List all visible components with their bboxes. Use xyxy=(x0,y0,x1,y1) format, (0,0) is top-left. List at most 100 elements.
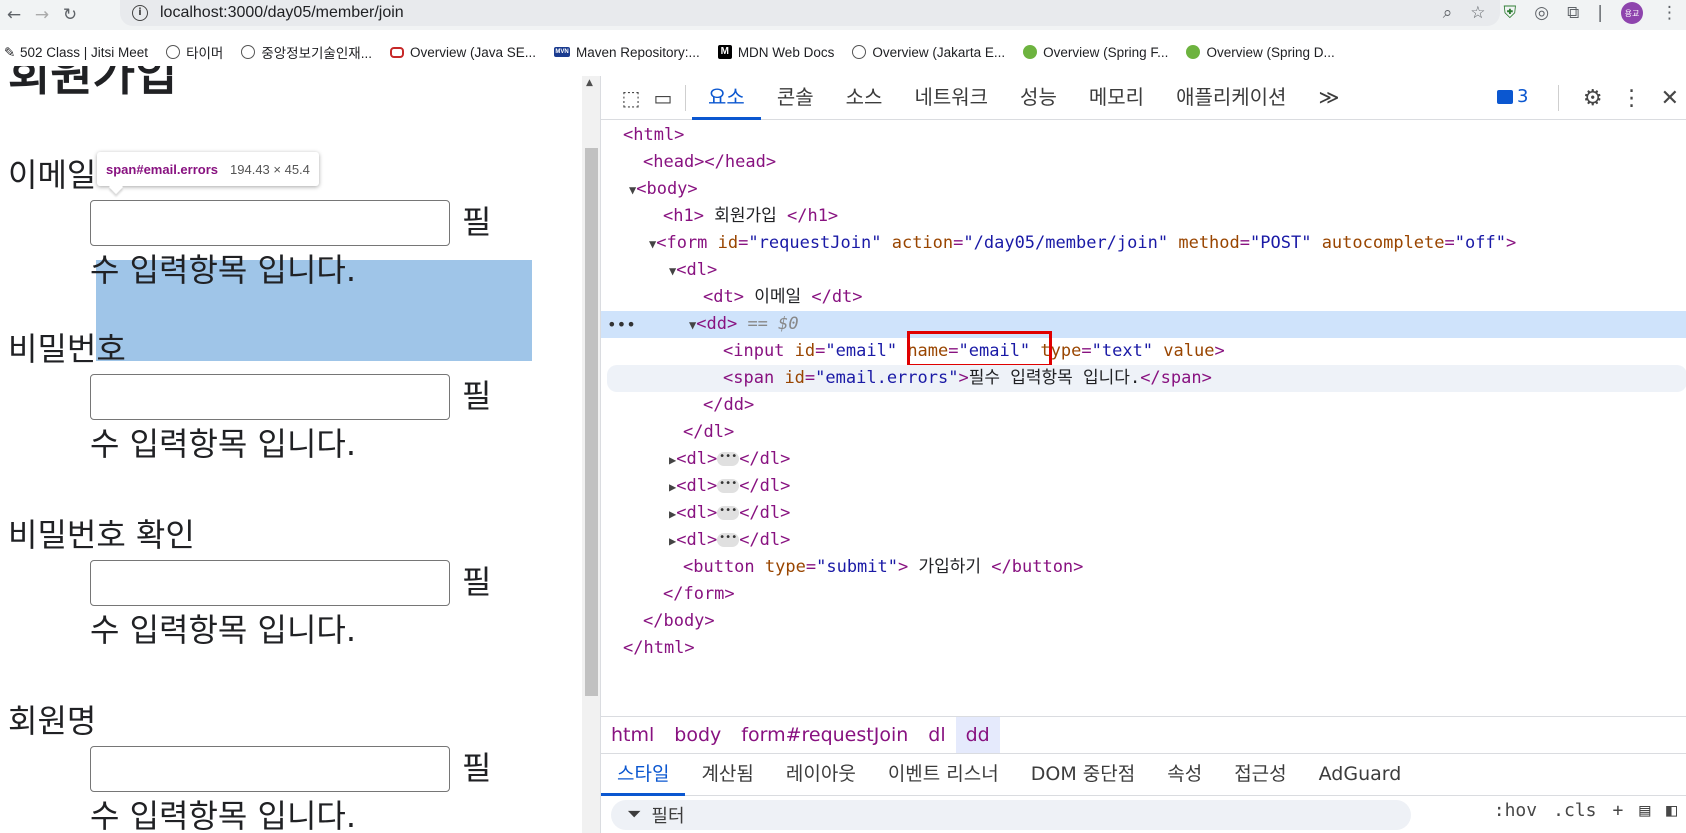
tag-text: <button xyxy=(683,557,755,577)
site-info-icon[interactable]: i xyxy=(132,5,148,21)
inspect-element-icon[interactable]: ⬚ xyxy=(615,83,647,113)
tab-computed[interactable]: 계산됨 xyxy=(685,754,769,796)
breadcrumb-form[interactable]: form#requestJoin xyxy=(731,717,918,753)
close-icon[interactable]: ✕ xyxy=(1661,86,1679,111)
tree-node-dl-close[interactable]: </dl> xyxy=(601,419,1686,446)
page-scrollbar[interactable]: ▲ xyxy=(582,76,600,833)
address-bar[interactable]: i localhost:3000/day05/member/join xyxy=(120,0,1500,26)
tree-node-dl[interactable]: ▼<dl> xyxy=(601,257,1686,284)
tab-application[interactable]: 애플리케이션 xyxy=(1160,76,1302,120)
collapsed-ellipsis-icon[interactable]: ••• xyxy=(717,452,740,466)
device-toggle-icon[interactable]: ▭ xyxy=(647,83,679,113)
tree-node-dl-collapsed[interactable]: ▶<dl> ••• </dl> xyxy=(601,527,1686,554)
breadcrumb-dd[interactable]: dd xyxy=(955,717,1000,753)
tree-node-body-close[interactable]: </body> xyxy=(601,608,1686,635)
zoom-icon[interactable]: ⌕ xyxy=(1443,3,1453,23)
tree-node-dl-collapsed[interactable]: ▶<dl> ••• </dl> xyxy=(601,446,1686,473)
password-input[interactable] xyxy=(90,374,450,420)
tree-node-h1[interactable]: <h1> 회원가입 </h1> xyxy=(601,203,1686,230)
field-label-member-name: 회원명 xyxy=(8,702,97,740)
url-text[interactable]: localhost:3000/day05/member/join xyxy=(160,4,404,22)
tab-console[interactable]: 콘솔 xyxy=(761,76,830,120)
sidebar-toggle-icon[interactable]: ◧ xyxy=(1666,800,1677,821)
tag-text: </button> xyxy=(991,557,1084,577)
tab-adguard[interactable]: AdGuard xyxy=(1303,754,1418,796)
more-tabs-icon[interactable]: ≫ xyxy=(1302,76,1355,120)
tab-elements[interactable]: 요소 xyxy=(692,76,761,120)
field-password-confirm: 필 수 입력항목 입니다. xyxy=(90,560,500,649)
divider-icon: | xyxy=(1597,3,1603,23)
tree-node-input[interactable]: <input id="email" name="email" type="tex… xyxy=(601,338,1686,365)
email-input[interactable] xyxy=(90,200,450,246)
tab-properties[interactable]: 속성 xyxy=(1151,754,1218,796)
tab-styles[interactable]: 스타일 xyxy=(601,754,686,796)
tag-text: <dl> xyxy=(676,449,718,469)
breadcrumb-body[interactable]: body xyxy=(664,717,731,753)
tree-node-dl-collapsed[interactable]: ▶<dl> ••• </dl> xyxy=(601,473,1686,500)
tree-node-html[interactable]: <html> xyxy=(601,122,1686,149)
styles-subtabs: 스타일 계산됨 레이아웃 이벤트 리스너 DOM 중단점 속성 접근성 AdGu… xyxy=(601,754,1686,796)
bookmark-item[interactable]: ✎ 502 Class | Jitsi Meet xyxy=(4,45,148,61)
kebab-menu-icon[interactable]: ⋮ xyxy=(1621,86,1643,111)
tree-node-button[interactable]: <button type="submit"> 가입하기 </button> xyxy=(601,554,1686,581)
bookmark-item[interactable]: 타이머 xyxy=(166,42,223,62)
row-more-icon[interactable]: ••• xyxy=(607,311,636,338)
tree-node-html-close[interactable]: </html> xyxy=(601,635,1686,662)
tab-sources[interactable]: 소스 xyxy=(830,76,899,120)
collapsed-ellipsis-icon[interactable]: ••• xyxy=(717,506,740,520)
tab-accessibility[interactable]: 접근성 xyxy=(1218,754,1302,796)
tree-node-form-close[interactable]: </form> xyxy=(601,581,1686,608)
paint-brush-icon[interactable]: ▤ xyxy=(1639,800,1650,821)
collapsed-ellipsis-icon[interactable]: ••• xyxy=(717,479,740,493)
settings-gear-icon[interactable]: ⚙ xyxy=(1583,86,1603,111)
tree-node-dt[interactable]: <dt> 이메일 </dt> xyxy=(601,284,1686,311)
shield-check-icon[interactable]: ⛨ xyxy=(1504,3,1517,23)
add-rule-icon[interactable]: + xyxy=(1612,800,1623,821)
kebab-menu-icon[interactable]: ⋮ xyxy=(1661,3,1678,23)
tag-text: </dl> xyxy=(683,422,735,442)
bookmark-item[interactable]: 중앙정보기술인재... xyxy=(241,42,372,62)
reload-icon[interactable]: ↻ xyxy=(56,3,84,27)
password-confirm-input[interactable] xyxy=(90,560,450,606)
bookmark-item[interactable]: Overview (Java SE... xyxy=(389,45,536,60)
member-name-input[interactable] xyxy=(90,746,450,792)
bookmark-item[interactable]: M MDN Web Docs xyxy=(717,45,834,60)
email-error-cont: 수 입력항목 입니다. xyxy=(90,251,357,289)
bookmark-item[interactable]: MVN Maven Repository:... xyxy=(554,45,700,60)
breadcrumb-dl[interactable]: dl xyxy=(918,717,955,753)
tree-node-dd-close[interactable]: </dd> xyxy=(601,392,1686,419)
breadcrumb-html[interactable]: html xyxy=(601,717,664,753)
tree-node-form[interactable]: ▼<form id="requestJoin" action="/day05/m… xyxy=(601,230,1686,257)
jitsi-icon: ✎ xyxy=(4,45,16,60)
bookmark-item[interactable]: Overview (Spring F... xyxy=(1023,45,1168,60)
styles-filter-input[interactable]: ⏷ 필터 xyxy=(611,799,1411,830)
tree-node-head[interactable]: <head></head> xyxy=(601,149,1686,176)
extension-circle-icon[interactable]: ◎ xyxy=(1534,3,1549,23)
cls-toggle[interactable]: .cls xyxy=(1553,800,1596,821)
forward-icon[interactable]: → xyxy=(28,3,56,27)
spring-icon xyxy=(1186,45,1201,59)
messages-badge[interactable]: 3 xyxy=(1497,86,1528,107)
hov-toggle[interactable]: :hov xyxy=(1494,800,1537,821)
scrollbar-thumb[interactable] xyxy=(585,148,598,696)
star-icon[interactable]: ☆ xyxy=(1470,3,1485,23)
collapsed-ellipsis-icon[interactable]: ••• xyxy=(717,533,740,547)
tree-node-dl-collapsed[interactable]: ▶<dl> ••• </dl> xyxy=(601,500,1686,527)
tab-memory[interactable]: 메모리 xyxy=(1073,76,1160,120)
tree-node-body[interactable]: ▼<body> xyxy=(601,176,1686,203)
scroll-up-icon[interactable]: ▲ xyxy=(586,78,593,88)
tab-performance[interactable]: 성능 xyxy=(1004,76,1073,120)
tree-node-dd-selected[interactable]: ▼<dd> == $0 xyxy=(601,311,1686,338)
inspect-tooltip: span#email.errors 194.43 × 45.4 xyxy=(97,152,319,186)
tree-node-span[interactable]: <span id="email.errors">필수 입력항목 입니다.</sp… xyxy=(607,365,1686,392)
puzzle-icon[interactable]: ⧉ xyxy=(1567,3,1579,23)
tab-event-listeners[interactable]: 이벤트 리스너 xyxy=(872,754,1015,796)
avatar[interactable]: 용교 xyxy=(1621,2,1643,24)
back-icon[interactable]: ← xyxy=(0,3,28,27)
bookmark-item[interactable]: Overview (Jakarta E... xyxy=(852,45,1005,60)
tab-dom-breakpoints[interactable]: DOM 중단점 xyxy=(1015,754,1151,796)
bookmark-item[interactable]: Overview (Spring D... xyxy=(1186,45,1335,60)
bookmark-label: 타이머 xyxy=(186,46,224,61)
tab-layout[interactable]: 레이아웃 xyxy=(770,754,872,796)
tab-network[interactable]: 네트워크 xyxy=(898,76,1004,120)
